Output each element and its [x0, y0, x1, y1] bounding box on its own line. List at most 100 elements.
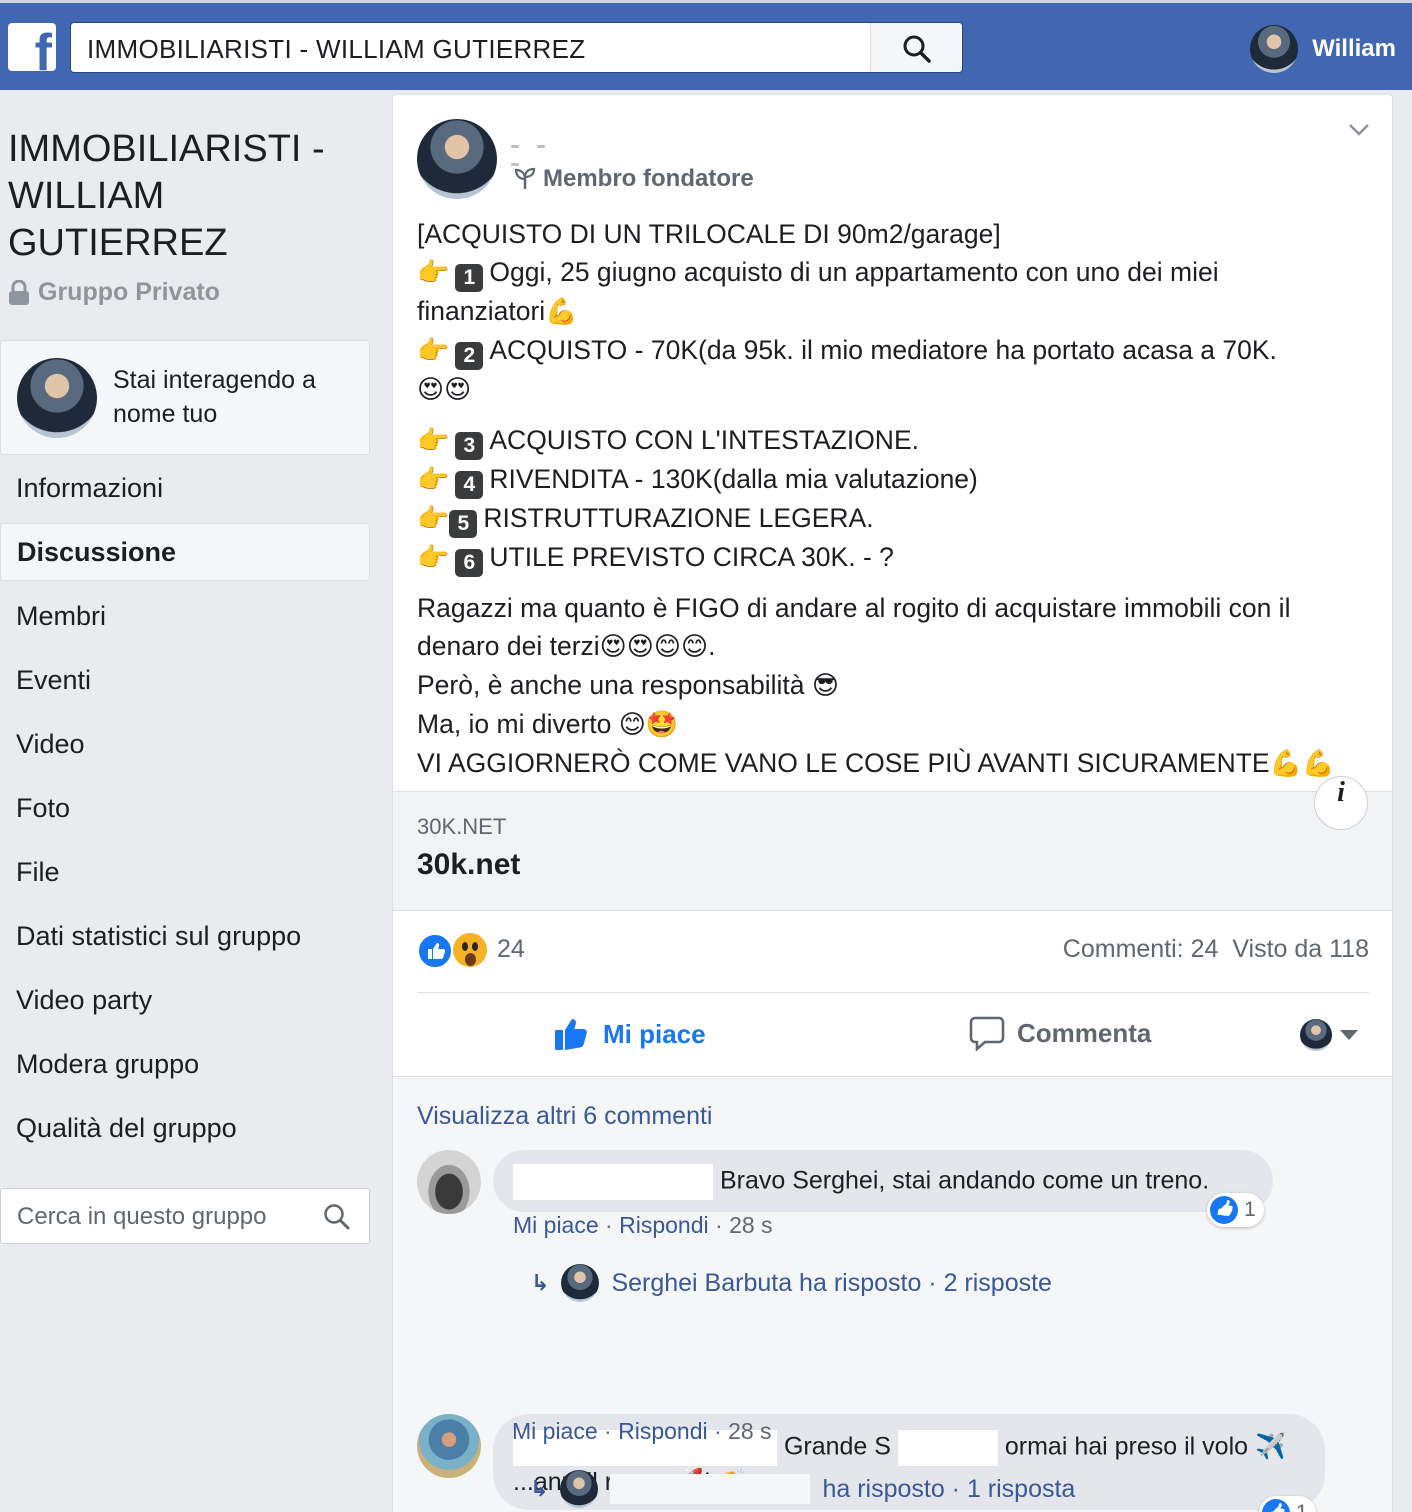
view-count[interactable]: Visto da 118 — [1232, 935, 1369, 963]
author-name-redacted — [511, 135, 571, 166]
reaction-count[interactable]: 24 — [497, 935, 525, 964]
comment-button[interactable]: Commenta — [969, 1015, 1151, 1051]
global-search-bar[interactable]: IMMOBILIARISTI - WILLIAM GUTIERREZ — [70, 22, 963, 73]
reply-arrow-icon: ↳ — [531, 1270, 550, 1295]
comment-like-link[interactable]: Mi piace — [512, 1418, 598, 1444]
comment-reply-link[interactable]: Rispondi — [618, 1418, 708, 1444]
like-label: Mi piace — [603, 1018, 706, 1049]
number-badge: 6 — [455, 549, 484, 577]
nav-item-informazioni[interactable]: Informazioni — [0, 456, 370, 520]
replies-link[interactable]: ↳ Serghei Barbuta ha risposto · 2 rispos… — [531, 1264, 1052, 1302]
group-title[interactable]: IMMOBILIARISTI - WILLIAM GUTIERREZ — [8, 126, 358, 267]
group-search-input[interactable]: Cerca in questo gruppo — [0, 1188, 370, 1244]
nav-item-video[interactable]: Video — [0, 712, 370, 776]
post-item-4: 👉 4 RIVENDITA - 130K(dalla mia valutazione… — [417, 460, 1377, 499]
comment-bubble: Bravo Serghei, stai andando come un tren… — [493, 1150, 1273, 1212]
comment-time[interactable]: 28 s — [729, 1212, 772, 1238]
comments-section: Visualizza altri 6 commenti Bravo Serghe… — [393, 1078, 1392, 1512]
commenter-name-redacted — [513, 1164, 713, 1200]
like-button[interactable]: Mi piace — [553, 1015, 706, 1053]
nav-item-video-party[interactable]: Video party — [0, 968, 370, 1032]
wow-reaction-icon[interactable] — [451, 931, 489, 969]
post-item-2-emoji: 😍😍 — [417, 370, 1377, 409]
nav-item-membri[interactable]: Membri — [0, 584, 370, 648]
like-reaction-icon[interactable] — [417, 933, 453, 969]
chevron-down-icon[interactable] — [1348, 123, 1370, 137]
post-paragraph-cont: denaro dei terzi😍😍😊😊. — [417, 631, 716, 662]
number-badge: 3 — [455, 432, 484, 460]
nav-item-qualita[interactable]: Qualità del gruppo — [0, 1096, 370, 1160]
post-item-5: 👉 5 RISTRUTTURAZIONE LEGERA. — [417, 499, 1377, 538]
replies-label: ha risposto · 1 risposta — [822, 1474, 1076, 1503]
nav-item-discussione[interactable]: Discussione — [0, 523, 370, 581]
post-paragraph-text: Ma, io mi diverto — [417, 709, 619, 739]
top-bar: f IMMOBILIARISTI - WILLIAM GUTIERREZ Wil… — [0, 0, 1412, 90]
post-item-1: 👉 1 Oggi, 25 giugno acquisto di un apparta… — [417, 253, 1377, 292]
replier-avatar — [561, 1264, 600, 1302]
acting-as-card[interactable]: Stai interagendo a nome tuo — [0, 340, 370, 455]
group-type-label: Gruppo Privato — [38, 278, 220, 306]
comment-time[interactable]: 28 s — [728, 1418, 771, 1444]
like-reaction-icon — [1210, 1196, 1238, 1224]
info-icon[interactable]: i — [1314, 776, 1368, 830]
comment-like-link[interactable]: Mi piace — [513, 1212, 599, 1238]
post-paragraph: Ragazzi ma quanto è FIGO di andare al ro… — [417, 593, 1291, 623]
lock-icon — [9, 279, 29, 305]
comment-bubble-icon — [969, 1016, 1005, 1051]
post-stats: Commenti: 24 Visto da 118 — [1063, 935, 1369, 964]
commenter-avatar[interactable] — [417, 1150, 481, 1214]
redacted-text — [897, 1430, 998, 1466]
user-avatar — [1250, 25, 1299, 73]
caret-down-icon — [1340, 1030, 1358, 1040]
smile-star-eyes-emoji-icon: 😊🤩 — [618, 710, 679, 740]
search-button[interactable] — [870, 23, 962, 72]
comment-like-count: 1 — [1296, 1501, 1308, 1512]
post-actions: Mi piace Commenta — [393, 995, 1392, 1077]
reply-arrow-icon: ↳ — [530, 1476, 549, 1501]
post-item-6: 👉 6 UTILE PREVISTO CIRCA 30K. - ? — [417, 538, 1377, 577]
reactions-bar: 24 Commenti: 24 Visto da 118 — [417, 931, 1369, 993]
comment-text: ormai hai preso il volo ✈️ — [1004, 1432, 1287, 1461]
post-item-text: UTILE PREVISTO CIRCA 30K. - ? — [489, 542, 894, 572]
comment-likes-badge[interactable]: 1 — [1207, 1193, 1264, 1227]
facebook-logo-icon[interactable]: f — [8, 23, 56, 71]
post-item-text: finanziatori — [417, 296, 546, 326]
nav-item-foto[interactable]: Foto — [0, 776, 370, 840]
post-item-text: ACQUISTO - 70K(da 95k. il mio mediatore … — [489, 335, 1277, 365]
profile-link[interactable]: William — [1250, 25, 1396, 73]
flexed-biceps-emoji-icon: 💪💪 — [1269, 749, 1335, 779]
link-preview[interactable]: i 30K.NET 30k.net — [393, 776, 1392, 911]
comment-reply-link[interactable]: Rispondi — [619, 1212, 709, 1238]
post-paragraph: VI AGGIORNERÒ COME VANO LE COSE PIÙ AVAN… — [417, 744, 1377, 783]
sunglasses-emoji-icon: 😎 — [811, 671, 839, 701]
post-as-selector[interactable] — [1300, 1019, 1358, 1051]
link-domain: 30K.NET — [417, 814, 507, 839]
number-badge: 2 — [455, 342, 484, 370]
post-line: [ACQUISTO DI UN TRILOCALE DI 90m2/garage… — [417, 219, 1001, 249]
nav-item-insights[interactable]: Dati statistici sul gruppo — [0, 904, 370, 968]
view-more-comments-link[interactable]: Visualizza altri 6 commenti — [417, 1102, 712, 1131]
nav-item-modera[interactable]: Modera gruppo — [0, 1032, 370, 1096]
post-item-text: RIVENDITA - 130K(dalla mia valutazione) — [489, 464, 978, 494]
comment-likes-badge[interactable]: 1 — [1259, 1496, 1316, 1512]
comment-text: Grande S — [783, 1432, 891, 1461]
post-paragraph: Ma, io mi diverto 😊🤩 — [417, 705, 1377, 744]
nav-item-file[interactable]: File — [0, 840, 370, 904]
commenter-avatar[interactable] — [417, 1414, 481, 1478]
pointing-emoji-icon: 👉 — [417, 336, 450, 366]
author-avatar[interactable] — [417, 119, 497, 199]
number-badge: 5 — [449, 510, 478, 538]
link-title[interactable]: 30k.net — [417, 848, 520, 882]
comment-label: Commenta — [1017, 1017, 1152, 1048]
post-item-text: RISTRUTTURAZIONE LEGERA. — [483, 503, 874, 533]
post-card: Membro fondatore [ACQUISTO DI UN TRILOCA… — [392, 94, 1393, 1512]
group-search-placeholder: Cerca in questo gruppo — [17, 1203, 267, 1230]
comment-count[interactable]: Commenti: 24 — [1063, 935, 1219, 963]
search-input[interactable]: IMMOBILIARISTI - WILLIAM GUTIERREZ — [87, 34, 585, 65]
comment-text: Bravo Serghei, stai andando come un tren… — [719, 1166, 1210, 1195]
flexed-biceps-emoji-icon: 💪 — [545, 297, 578, 327]
search-icon[interactable] — [323, 1203, 351, 1231]
nav-item-eventi[interactable]: Eventi — [0, 648, 370, 712]
post-paragraph-text: Però, è anche una responsabilità — [417, 670, 812, 700]
replies-link[interactable]: ↳ ha risposto · 1 risposta — [530, 1470, 1075, 1508]
